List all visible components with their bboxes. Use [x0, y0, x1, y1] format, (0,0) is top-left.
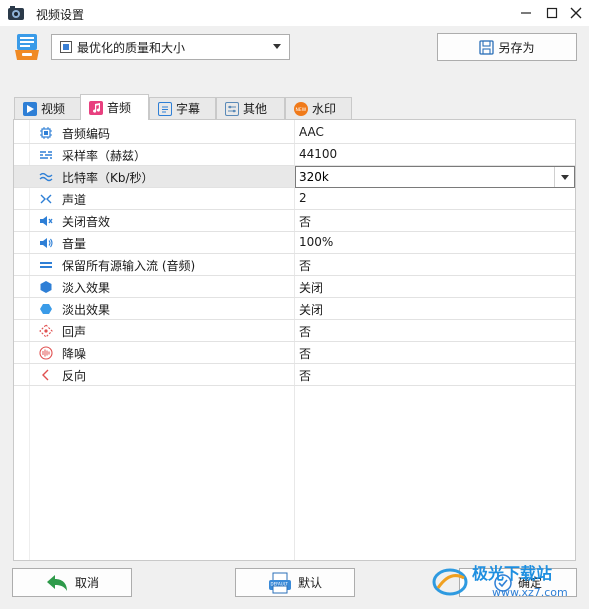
- channels-icon: [39, 192, 53, 206]
- property-name: 淡出效果: [62, 303, 111, 317]
- property-value: 否: [299, 347, 312, 361]
- property-name: 声道: [62, 193, 87, 207]
- tab-video[interactable]: 视频: [14, 97, 81, 119]
- property-name: 降噪: [62, 347, 87, 361]
- mute-icon: [39, 214, 53, 228]
- property-value: 100%: [299, 235, 334, 249]
- property-row-audio-codec[interactable]: 音频编码 AAC: [14, 122, 575, 144]
- subtitle-icon: [158, 101, 172, 116]
- sample-rate-icon: [39, 148, 53, 162]
- audio-settings-panel: 音频编码 AAC 采样率（赫兹） 44100 比特率（Kb/秒） 声道: [13, 119, 576, 561]
- ok-label: 确定: [517, 576, 542, 590]
- maximize-icon: [546, 7, 558, 19]
- property-row-fade-out[interactable]: 淡出效果 关闭: [14, 298, 575, 320]
- music-note-icon: [89, 100, 103, 115]
- floppy-disk-icon: [479, 39, 495, 55]
- tab-subtitle[interactable]: 字幕: [149, 97, 216, 119]
- cancel-button[interactable]: 取消: [12, 568, 132, 597]
- tab-audio[interactable]: 音频: [80, 94, 149, 120]
- reverse-icon: [39, 368, 53, 382]
- tab-watermark-label: 水印: [312, 102, 337, 116]
- echo-icon: [39, 324, 53, 338]
- property-name: 淡入效果: [62, 281, 111, 295]
- property-row-reverse[interactable]: 反向 否: [14, 364, 575, 386]
- property-row-mute[interactable]: 关闭音效 否: [14, 210, 575, 232]
- preset-dropdown[interactable]: 最优化的质量和大小: [51, 34, 290, 60]
- default-printer-icon: DEFAULT: [268, 572, 291, 593]
- property-name: 采样率（赫兹）: [62, 149, 147, 163]
- cancel-label: 取消: [74, 576, 99, 590]
- property-row-keep-streams[interactable]: 保留所有源输入流 (音频) 否: [14, 254, 575, 276]
- property-name: 音频编码: [62, 127, 111, 141]
- tab-video-label: 视频: [41, 102, 66, 116]
- property-value: 2: [299, 191, 307, 205]
- property-name: 保留所有源输入流 (音频): [62, 259, 196, 273]
- property-value: 否: [299, 259, 312, 273]
- tab-other-label: 其他: [243, 102, 268, 116]
- property-name: 反向: [62, 369, 87, 383]
- property-row-echo[interactable]: 回声 否: [14, 320, 575, 342]
- property-row-sample-rate[interactable]: 采样率（赫兹） 44100: [14, 144, 575, 166]
- bitrate-input[interactable]: [299, 169, 549, 185]
- fade-out-icon: [39, 302, 53, 316]
- property-value: 44100: [299, 147, 338, 161]
- property-name: 回声: [62, 325, 87, 339]
- tab-audio-label: 音频: [107, 101, 132, 115]
- property-row-volume[interactable]: 音量 100%: [14, 232, 575, 254]
- fade-in-icon: [39, 280, 53, 294]
- window-title: 视频设置: [36, 8, 85, 22]
- tab-other[interactable]: 其他: [216, 97, 285, 119]
- close-icon: [570, 7, 582, 19]
- property-value: 否: [299, 325, 312, 339]
- svg-text:NEW: NEW: [296, 107, 307, 112]
- back-arrow-icon: [46, 574, 67, 591]
- property-row-bitrate[interactable]: 比特率（Kb/秒）: [14, 166, 575, 188]
- minimize-button[interactable]: [512, 0, 540, 26]
- check-circle-icon: [494, 573, 512, 592]
- wave-icon: [39, 170, 53, 184]
- property-name: 音量: [62, 237, 87, 251]
- property-row-channels[interactable]: 声道 2: [14, 188, 575, 210]
- tab-subtitle-label: 字幕: [176, 102, 201, 116]
- chevron-down-icon: [273, 44, 281, 49]
- save-as-label: 另存为: [498, 40, 535, 55]
- film-icon: [60, 41, 72, 53]
- default-label: 默认: [297, 576, 322, 590]
- app-camera-icon: [8, 6, 24, 20]
- title-bar: 视频设置: [0, 0, 589, 26]
- settings-sliders-icon: [225, 101, 239, 116]
- chip-icon: [39, 126, 53, 140]
- property-value: 关闭: [299, 303, 324, 317]
- chevron-down-icon[interactable]: [554, 167, 574, 187]
- property-name: 关闭音效: [62, 215, 111, 229]
- ok-button[interactable]: 确定: [459, 568, 577, 597]
- bitrate-combobox[interactable]: [295, 166, 575, 188]
- default-icon-text: DEFAULT: [270, 581, 288, 586]
- preset-value: 最优化的质量和大小: [77, 40, 186, 55]
- property-row-denoise[interactable]: 降噪 否: [14, 342, 575, 364]
- property-value: 否: [299, 215, 312, 229]
- tab-watermark[interactable]: NEW 水印: [285, 97, 352, 119]
- video-tab-icon: [23, 101, 37, 116]
- new-badge-icon: NEW: [294, 101, 308, 116]
- minimize-icon: [521, 12, 531, 14]
- denoise-icon: [39, 346, 53, 360]
- property-value: 否: [299, 369, 312, 383]
- preset-list-icon: [15, 34, 39, 60]
- property-row-fade-in[interactable]: 淡入效果 关闭: [14, 276, 575, 298]
- equal-lines-icon: [39, 258, 53, 272]
- property-value: 关闭: [299, 281, 324, 295]
- default-button[interactable]: DEFAULT 默认: [235, 568, 355, 597]
- property-value: AAC: [299, 125, 324, 139]
- save-as-button[interactable]: 另存为: [437, 33, 577, 61]
- property-name: 比特率（Kb/秒）: [62, 171, 154, 185]
- volume-icon: [39, 236, 53, 250]
- close-button[interactable]: [562, 0, 589, 26]
